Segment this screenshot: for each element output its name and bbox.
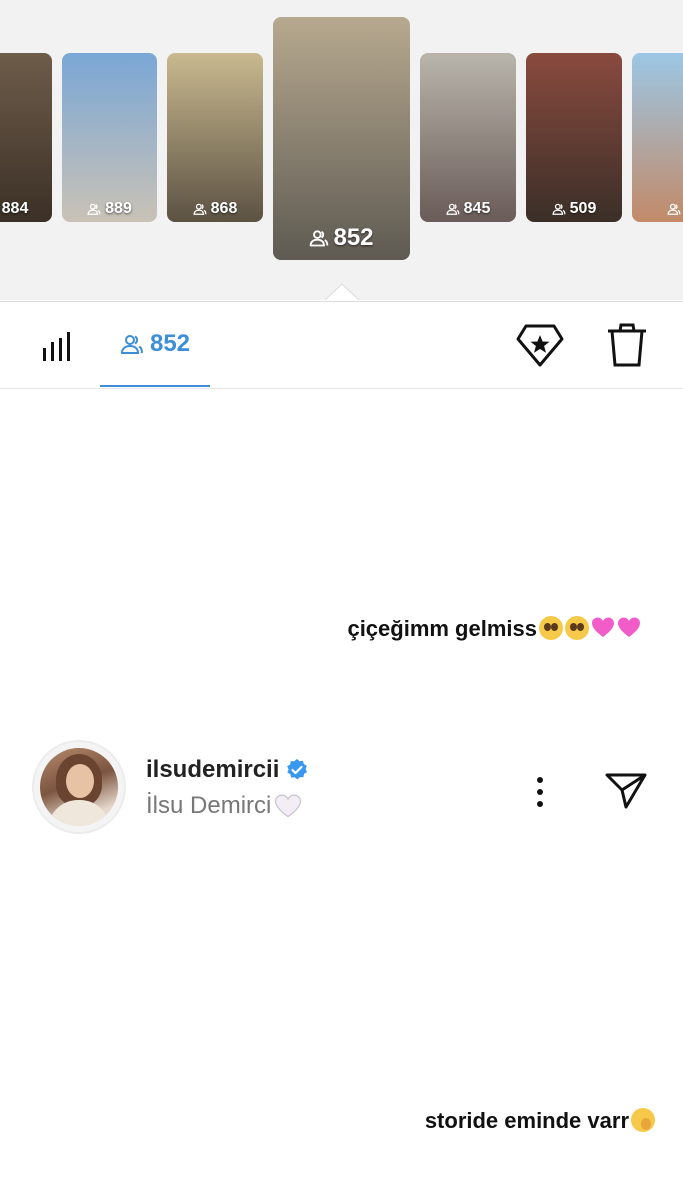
full-name-text: İlsu Demirci: [146, 792, 272, 819]
thumbnail-viewer-count: 845: [420, 200, 516, 218]
viewer-count-text: 509: [569, 200, 597, 217]
face-with-hand-over-mouth-emoji: [631, 1108, 655, 1132]
highlight-icon[interactable]: [516, 322, 564, 368]
viewers-icon: [120, 334, 143, 354]
story-carousel: 884 889 868 852 845 509 5: [0, 0, 683, 300]
send-icon[interactable]: [604, 770, 648, 810]
tab-viewers[interactable]: 852: [100, 302, 210, 387]
trash-icon[interactable]: [606, 322, 648, 368]
story-caption-2: storide eminde varr: [425, 1108, 655, 1134]
pleading-face-emoji: [539, 616, 563, 640]
viewer-count-text: 845: [463, 200, 491, 217]
thumbnail-viewer-count: 852: [273, 224, 410, 252]
story-thumbnail[interactable]: 889: [62, 53, 157, 222]
verified-badge-icon: [287, 759, 308, 780]
username-text: ilsudemircii: [146, 756, 280, 783]
thumbnail-viewer-count: 884: [0, 200, 52, 218]
story-thumbnail[interactable]: 845: [420, 53, 516, 222]
bar-chart-icon[interactable]: [42, 330, 74, 362]
pleading-face-emoji: [565, 616, 589, 640]
viewer-count-text: 852: [333, 224, 374, 251]
story-caption-1: çiçeğimm gelmiss: [347, 616, 641, 642]
viewers-count: 852: [149, 329, 191, 357]
story-thumbnail[interactable]: 868: [167, 53, 263, 222]
avatar[interactable]: [40, 748, 118, 826]
pink-heart-emoji: [618, 617, 640, 637]
selection-pointer: [324, 283, 360, 300]
white-heart-emoji: [275, 794, 302, 818]
thumbnail-viewer-count: 509: [526, 200, 622, 218]
story-thumbnail[interactable]: 884: [0, 53, 52, 222]
thumbnail-viewer-count: 868: [167, 200, 263, 218]
story-thumbnail-selected[interactable]: 852: [273, 17, 410, 260]
more-options-icon[interactable]: [528, 774, 552, 810]
caption-text: çiçeğimm gelmiss: [347, 616, 537, 641]
thumbnail-viewer-count: 5: [632, 200, 683, 218]
thumbnail-viewer-count: 889: [62, 200, 157, 218]
viewer-tab-bar: 852: [0, 301, 683, 389]
viewer-count-text: 884: [1, 200, 29, 217]
mention-username[interactable]: ilsudemircii: [146, 756, 309, 784]
story-thumbnail[interactable]: 509: [526, 53, 622, 222]
viewer-count-text: 868: [210, 200, 238, 217]
caption-text: storide eminde varr: [424, 1108, 629, 1133]
pink-heart-emoji: [592, 617, 614, 637]
mention-full-name: İlsu Demirci: [146, 792, 303, 820]
viewer-count-text: 889: [105, 200, 132, 217]
story-thumbnail[interactable]: 5: [632, 53, 683, 222]
